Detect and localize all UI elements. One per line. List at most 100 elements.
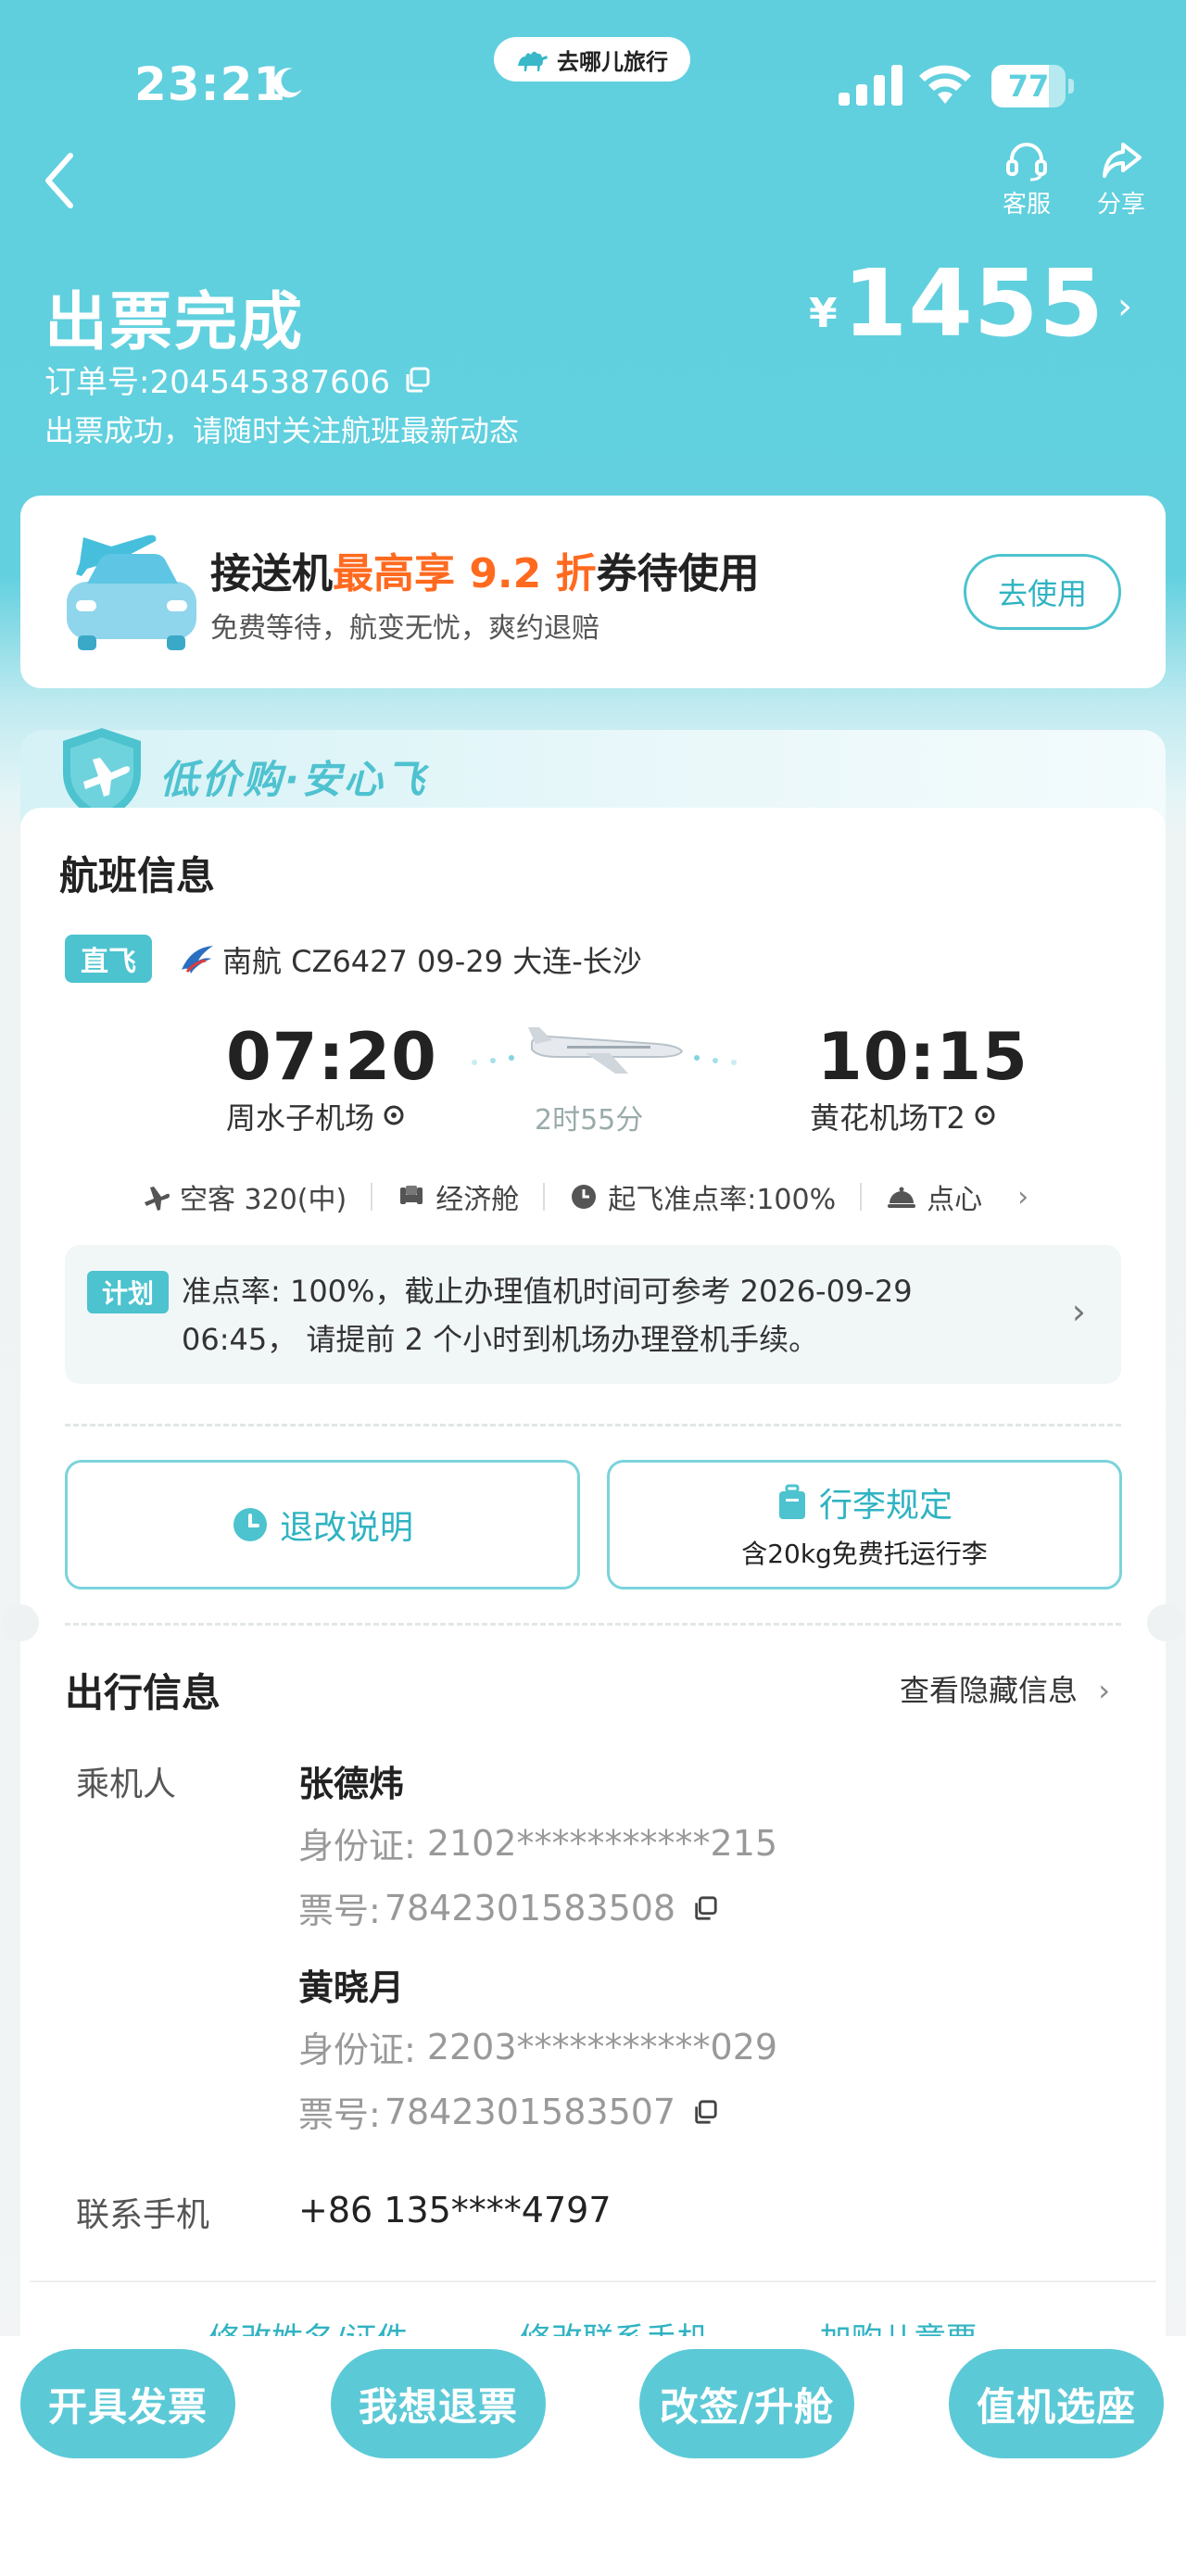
clock-icon: [233, 1508, 267, 1541]
status-time: 23:21: [134, 57, 287, 111]
share-icon: [1103, 143, 1142, 178]
issue-status-text: 出票成功，请随时关注航班最新动态: [44, 413, 520, 448]
refund-change-rules-label: 退改说明: [279, 1509, 413, 1547]
app-name-pill: 去哪儿旅行: [494, 37, 690, 82]
airline-route: 南航 CZ6427 09-29 大连-长沙: [222, 944, 642, 979]
transfer-promo-card[interactable]: 接送机最高享 9.2 折券待使用 免费等待，航变无忧，爽约退赔 去使用: [20, 496, 1166, 688]
location-pin-icon: [384, 1105, 404, 1125]
passenger-ticket: 票号: 7842301583508: [298, 1882, 718, 1933]
location-pin-icon: [975, 1105, 995, 1125]
passenger-label: 乘机人: [76, 1766, 177, 1803]
arrival-airport-name: 黄花机场T2: [810, 1100, 965, 1136]
page: 23:21 去哪儿旅行 77 客服 分享 出票完成 订单号:2045453876…: [0, 0, 1186, 2576]
baggage-rules-label: 行李规定: [818, 1487, 953, 1525]
china-southern-logo-icon: [182, 946, 213, 974]
departure-airport-name: 周水子机场: [226, 1100, 375, 1136]
luggage-icon: [778, 1484, 805, 1519]
ticket-notch-right: [1147, 1604, 1184, 1641]
promo-subtitle: 免费等待，航变无忧，爽约退赔: [210, 612, 599, 645]
copy-icon[interactable]: [692, 1895, 718, 1921]
divider: [860, 1183, 863, 1211]
battery-body: 77: [991, 65, 1066, 107]
refund-change-rules: 退改说明: [232, 1501, 413, 1549]
contact-label: 联系手机: [76, 2196, 210, 2234]
order-number: 订单号:204545387606: [44, 364, 391, 401]
passenger-name: 黄晓月: [298, 1967, 405, 2008]
meal-info-text: 点心: [927, 1184, 983, 1216]
price-amount: 1455: [842, 249, 1104, 358]
id-number: 2203***********029: [426, 2026, 778, 2067]
ticket-label: 票号:: [298, 2094, 381, 2135]
app-name: 去哪儿旅行: [557, 48, 668, 75]
passenger-id: 身份证: 2102***********215: [298, 1817, 777, 1868]
checkin-notice-text: 准点率: 100%，截止办理值机时间可参考 2026-09-29 06:45， …: [182, 1274, 913, 1357]
change-upgrade-button[interactable]: 改签/升舱: [639, 2349, 854, 2458]
departure-time: 07:20: [226, 1019, 437, 1095]
refund-change-rules-button[interactable]: 退改说明: [65, 1460, 580, 1590]
cellular-signal-icon: [839, 65, 902, 106]
use-coupon-button[interactable]: 去使用: [964, 554, 1121, 630]
order-price[interactable]: ¥ 1455 ›: [809, 258, 1132, 350]
id-label: 身份证:: [298, 2029, 416, 2070]
back-button[interactable]: [37, 148, 83, 213]
airline-line: 南航 CZ6427 09-29 大连-长沙: [178, 938, 642, 981]
order-number-row: 订单号:204545387606: [44, 357, 431, 402]
checkin-notice[interactable]: 计划 准点率: 100%，截止办理值机时间可参考 2026-09-29 06:4…: [65, 1245, 1121, 1384]
share-button[interactable]: 分享: [1084, 139, 1158, 220]
cabin-class-text: 经济舱: [435, 1184, 520, 1216]
direct-flight-tag: 直飞: [65, 935, 152, 983]
ticket-label: 票号:: [298, 1891, 381, 1931]
baggage-rules-button[interactable]: 行李规定 含20kg免费托运行李: [607, 1460, 1122, 1590]
page-title: 出票完成: [44, 286, 305, 359]
flight-amenities-row[interactable]: 空客 320(中) 经济舱 起飞准点率:100% 点心 ›: [141, 1176, 1067, 1217]
aircraft-type: 空客 320(中): [141, 1176, 347, 1217]
plan-tag: 计划: [87, 1271, 169, 1313]
battery-level: 77: [1007, 69, 1050, 104]
departure-airport[interactable]: 周水子机场: [226, 1095, 406, 1137]
copy-icon[interactable]: [692, 2099, 718, 2125]
camel-logo-icon: [518, 51, 548, 71]
travel-section-title: 出行信息: [65, 1670, 221, 1715]
ontime-rate-text: 起飞准点率:100%: [608, 1184, 837, 1216]
id-label: 身份证:: [298, 1826, 416, 1866]
copy-icon[interactable]: [403, 366, 431, 394]
clock-icon: [572, 1185, 597, 1209]
wifi-icon: [919, 65, 971, 104]
view-hidden-info-link[interactable]: 查看隐藏信息 ›: [900, 1667, 1110, 1710]
battery-indicator: 77: [991, 65, 1075, 107]
view-hidden-info-label: 查看隐藏信息: [900, 1673, 1079, 1708]
chevron-right-icon: ›: [1117, 285, 1132, 328]
arrival-time: 10:15: [817, 1019, 1028, 1095]
assurance-slogan: 低价购·安心飞: [159, 757, 427, 802]
dashed-divider: [65, 1623, 1121, 1626]
chevron-right-icon: ›: [1017, 1180, 1029, 1213]
battery-cap: [1068, 79, 1074, 94]
contact-phone: +86 135****4797: [298, 2190, 612, 2230]
issue-invoice-button[interactable]: 开具发票: [20, 2349, 235, 2458]
promo-title: 接送机最高享 9.2 折券待使用: [210, 540, 760, 599]
car-plane-icon: [67, 534, 196, 650]
price-currency: ¥: [809, 290, 838, 337]
chevron-right-icon: ›: [1098, 1673, 1110, 1708]
cabin-class: 经济舱: [397, 1176, 519, 1217]
customer-service-button[interactable]: 客服: [990, 139, 1064, 220]
headset-icon: [1006, 143, 1047, 182]
seat-icon: [400, 1186, 423, 1204]
share-label: 分享: [1096, 191, 1145, 219]
promo-title-prefix: 接送机: [210, 550, 333, 597]
baggage-rules: 行李规定: [776, 1478, 953, 1527]
passenger-id: 身份证: 2203***********029: [298, 2021, 777, 2072]
checkin-seat-button[interactable]: 值机选座: [949, 2349, 1164, 2458]
ticket-number: 7842301583507: [384, 2091, 676, 2132]
ticket-notch-left: [2, 1604, 39, 1641]
flight-path-plane-icon: [472, 1027, 737, 1074]
dashed-divider: [65, 1424, 1121, 1426]
passenger-name: 张德炜: [298, 1764, 405, 1804]
arrival-airport[interactable]: 黄花机场T2: [810, 1095, 997, 1137]
request-refund-button[interactable]: 我想退票: [331, 2349, 546, 2458]
meal-cloche-icon: [888, 1187, 916, 1208]
divider: [543, 1183, 546, 1211]
chevron-right-icon: ›: [1071, 1291, 1086, 1332]
passenger-ticket: 票号: 7842301583507: [298, 2086, 718, 2137]
status-bar: 23:21 去哪儿旅行 77: [0, 0, 1186, 139]
